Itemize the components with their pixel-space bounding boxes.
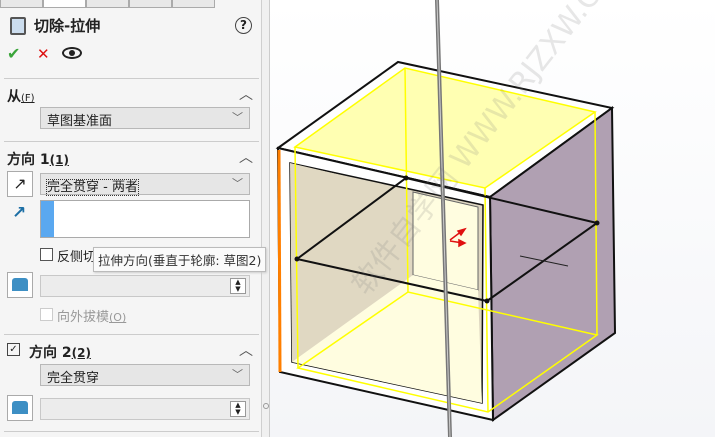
direction2-mnemonic: (2)	[71, 346, 91, 360]
direction1-section-header[interactable]: 方向 1(1)	[7, 149, 69, 169]
draft-icon[interactable]	[7, 272, 33, 298]
collapse-direction2-icon[interactable]: ︿	[239, 340, 253, 360]
draft-angle-input[interactable]: ▲ ▼	[40, 275, 250, 297]
divider	[4, 334, 259, 335]
direction-vector-icon: ↗	[12, 203, 27, 223]
direction2-section-header[interactable]: 方向 2(2)	[29, 342, 91, 362]
direction-vector-field[interactable]	[40, 200, 250, 238]
ok-button[interactable]: ✔	[7, 44, 20, 63]
tooltip: 拉伸方向(垂直于轮廓: 草图2)	[93, 247, 267, 272]
manager-tabs	[0, 0, 262, 8]
direction2-end-condition-select[interactable]: 完全贯穿 ﹀	[40, 364, 250, 386]
feature-title: 切除-拉伸	[34, 17, 101, 35]
draft-outward-checkbox[interactable]	[40, 308, 53, 321]
tab-configuration-manager[interactable]	[86, 0, 129, 8]
tab-property-manager[interactable]	[43, 0, 86, 8]
cancel-button[interactable]: ✕	[37, 45, 50, 63]
draft-icon-2[interactable]	[7, 395, 33, 421]
spinner-arrows[interactable]: ▲ ▼	[230, 401, 246, 417]
draft-outward-label: 向外拔模(O)	[57, 310, 127, 325]
draft-angle-input-2[interactable]: ▲ ▼	[40, 398, 250, 420]
selected-edge	[277, 149, 282, 373]
cut-extrude-icon	[10, 17, 26, 35]
direction1-end-condition-value: 完全贯穿 - 两者	[46, 179, 139, 196]
direction2-checkbox[interactable]: ✓	[7, 343, 20, 356]
from-value: 草图基准面	[47, 114, 113, 129]
divider	[4, 141, 259, 142]
divider	[4, 78, 259, 79]
from-section-header[interactable]: 从(F)	[7, 86, 35, 106]
direction2-end-condition-value: 完全贯穿	[47, 371, 100, 386]
from-select[interactable]: 草图基准面 ﹀	[40, 107, 250, 129]
chevron-down-icon: ﹀	[232, 177, 243, 190]
divider	[4, 431, 259, 432]
graphics-area[interactable]: 软件自学网 WWW.RJZXW.COM	[270, 0, 715, 437]
preview-eye-icon[interactable]	[62, 47, 82, 59]
collapse-from-icon[interactable]: ︿	[239, 84, 253, 104]
tab-feature-manager[interactable]	[0, 0, 43, 8]
panel-splitter[interactable]	[262, 0, 270, 437]
collapse-direction1-icon[interactable]: ︿	[239, 147, 253, 167]
from-label: 从	[7, 89, 21, 105]
chevron-down-icon: ﹀	[232, 111, 243, 124]
from-mnemonic: (F)	[21, 93, 35, 104]
direction2-label: 方向 2	[29, 345, 72, 361]
direction1-end-condition-select[interactable]: 完全贯穿 - 两者 ﹀	[40, 173, 250, 196]
tab-dimxpert[interactable]	[129, 0, 172, 8]
help-icon[interactable]: ?	[235, 17, 252, 34]
reverse-direction-icon[interactable]: ↗	[7, 171, 33, 197]
direction1-label: 方向 1	[7, 152, 50, 168]
tab-display-manager[interactable]	[172, 0, 215, 8]
property-manager: 切除-拉伸 ? ✔ ✕ 从(F) ︿ 草图基准面 ﹀ 方向 1(1) ︿ ↗ 完全…	[0, 0, 262, 437]
chevron-down-icon: ﹀	[232, 368, 243, 381]
direction1-mnemonic: (1)	[49, 153, 69, 167]
spinner-arrows[interactable]: ▲ ▼	[230, 278, 246, 294]
flip-side-checkbox[interactable]	[40, 248, 53, 261]
